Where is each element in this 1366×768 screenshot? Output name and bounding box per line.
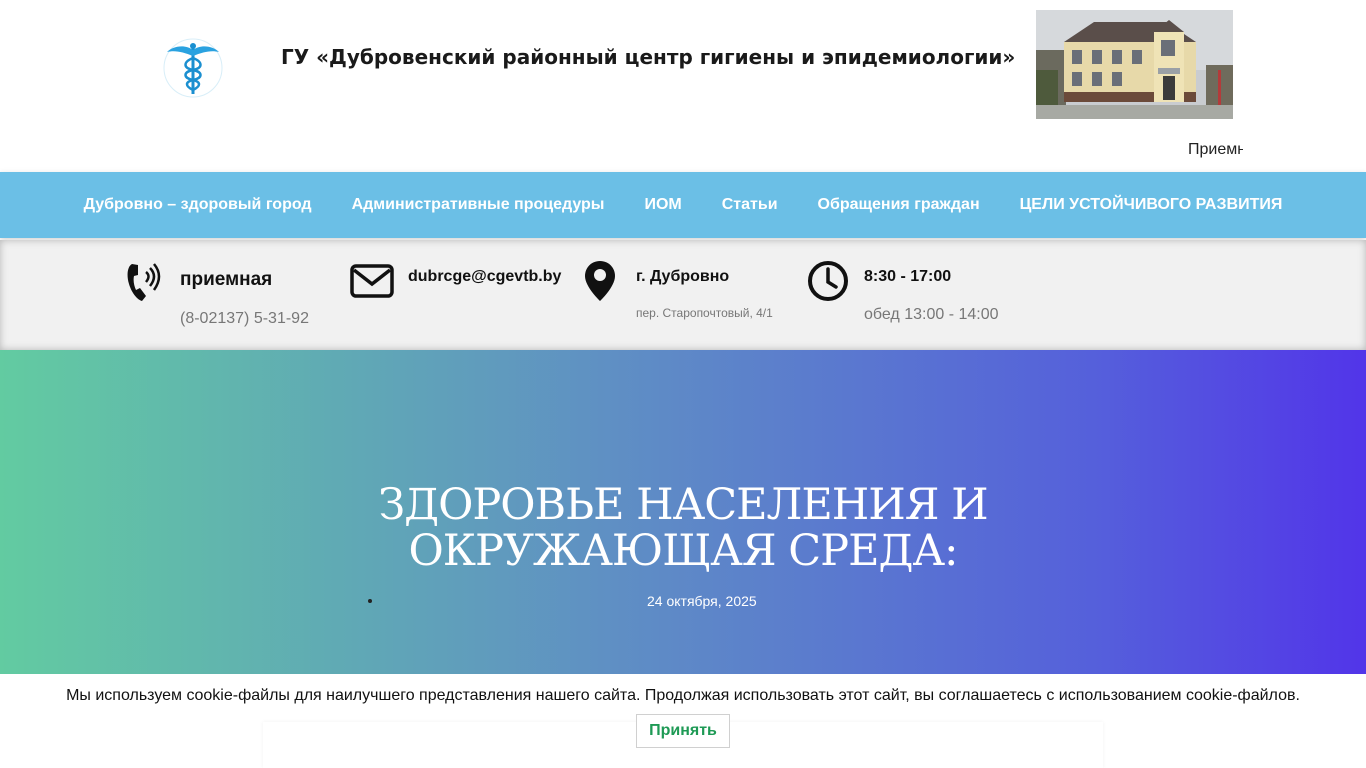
nav-item-iom[interactable]: ИОМ — [644, 196, 681, 214]
phone-icon — [126, 260, 162, 309]
article-title-line-1: ЗДОРОВЬЕ НАСЕЛЕНИЯ И — [378, 480, 988, 530]
location-pin-icon — [583, 259, 617, 308]
list-bullet — [368, 599, 372, 603]
nav-item-admin-procedures[interactable]: Административные процедуры — [352, 196, 605, 214]
contacts-bar: приемная (8-02137) 5-31-92 dubrcge@cgevt… — [0, 240, 1366, 350]
phone-number[interactable]: (8-02137) 5-31-92 — [180, 310, 309, 328]
marquee-ticker[interactable]: Приемн — [1188, 141, 1243, 159]
cookie-banner: Мы используем cookie-файлы для наилучшег… — [0, 674, 1366, 768]
nav-item-articles[interactable]: Статьи — [722, 196, 778, 214]
envelope-icon — [350, 264, 394, 303]
cookie-notice-text: Мы используем cookie-файлы для наилучшег… — [66, 687, 1300, 704]
building-photo — [1036, 10, 1233, 119]
article-title-line-2: ОКРУЖАЮЩАЯ СРЕДА: — [408, 526, 959, 576]
hero-banner: ЗДОРОВЬЕ НАСЕЛЕНИЯ И ОКРУЖАЮЩАЯ СРЕДА: 2… — [0, 350, 1366, 674]
phone-title: приемная — [180, 269, 273, 290]
work-hours: 8:30 - 17:00 — [864, 268, 952, 285]
address-city: г. Дубровно — [636, 268, 730, 285]
clock-icon — [806, 259, 850, 308]
nav-item-healthy-city[interactable]: Дубровно – здоровый город — [84, 196, 312, 214]
caduceus-logo-icon[interactable] — [163, 38, 223, 98]
email-link[interactable]: dubrcge@cgevtb.by — [408, 268, 561, 286]
site-title[interactable]: ГУ «Дубровенский районный центр гигиены … — [281, 45, 1015, 69]
lunch-hours: обед 13:00 - 14:00 — [864, 306, 999, 323]
nav-item-citizen-appeals[interactable]: Обращения граждан — [818, 196, 980, 214]
article-title: ЗДОРОВЬЕ НАСЕЛЕНИЯ И ОКРУЖАЮЩАЯ СРЕДА: — [0, 482, 1366, 574]
accept-cookies-button[interactable]: Принять — [636, 714, 730, 748]
nav-item-sdg[interactable]: ЦЕЛИ УСТОЙЧИВОГО РАЗВИТИЯ — [1020, 196, 1283, 214]
main-navigation: Дубровно – здоровый город Административн… — [0, 172, 1366, 238]
article-date: 24 октября, 2025 — [647, 593, 757, 609]
site-header: ГУ «Дубровенский районный центр гигиены … — [0, 0, 1366, 172]
address-street: пер. Старопочтовый, 4/1 — [636, 306, 773, 320]
